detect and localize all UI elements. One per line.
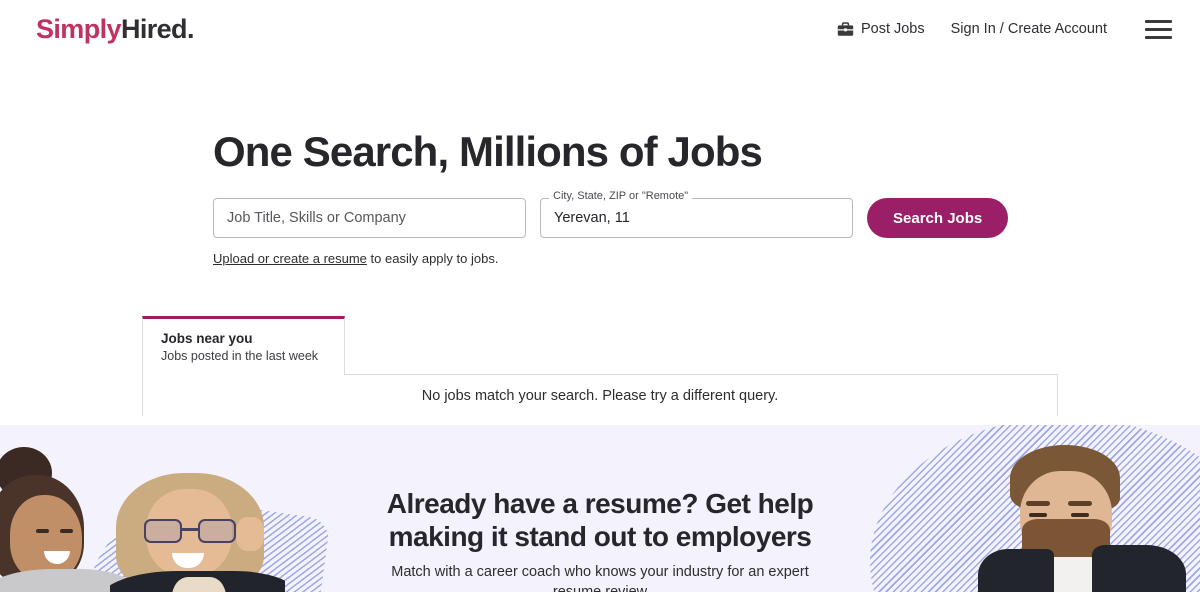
lens (198, 519, 236, 543)
eye (36, 529, 49, 533)
logo-text-secondary: Hired. (120, 13, 195, 44)
banner-photo-woman-glasses (110, 473, 285, 592)
banner-headline: Already have a resume? Get help making i… (386, 488, 814, 553)
banner-subheadline: Match with a career coach who knows your… (391, 564, 809, 592)
header-nav: Post Jobs Sign In / Create Account (837, 19, 1172, 39)
site-logo[interactable]: SimplyHired. (36, 14, 194, 45)
lens (144, 519, 182, 543)
jacket-left (978, 549, 1054, 592)
search-form: City, State, ZIP or "Remote" Search Jobs (213, 191, 1200, 239)
results-tabs: Jobs near you Jobs posted in the last we… (142, 316, 1200, 376)
hamburger-menu-icon[interactable] (1145, 19, 1172, 39)
shirt (172, 577, 226, 592)
results-panel: No jobs match your search. Please try a … (142, 374, 1058, 417)
post-jobs-link[interactable]: Post Jobs (837, 21, 925, 37)
resume-coach-banner: Already have a resume? Get help making i… (0, 425, 1200, 592)
eyebrow (1026, 501, 1050, 506)
location-field: City, State, ZIP or "Remote" (540, 191, 853, 239)
empty-results-message: No jobs match your search. Please try a … (421, 387, 779, 404)
resume-prompt-rest: to easily apply to jobs. (366, 251, 499, 267)
tab-jobs-near-you[interactable]: Jobs near you Jobs posted in the last we… (142, 316, 345, 376)
search-input-location[interactable] (540, 198, 853, 239)
jacket-right (1092, 545, 1186, 592)
bridge (182, 528, 198, 531)
hamburger-bar (1145, 35, 1172, 39)
page-title: One Search, Millions of Jobs (213, 128, 763, 175)
eyebrow (1068, 501, 1092, 506)
tab-subtitle: Jobs posted in the last week (161, 349, 319, 364)
results-block: Jobs near you Jobs posted in the last we… (0, 316, 1200, 417)
briefcase-icon (837, 21, 854, 37)
banner-photo-man-right (976, 445, 1186, 592)
job-query-field (213, 198, 526, 239)
logo-text-primary: Simply (36, 13, 122, 44)
resume-upload-prompt: Upload or create a resume to easily appl… (213, 251, 1200, 266)
account-label: Sign In / Create Account (950, 21, 1107, 37)
search-jobs-button[interactable]: Search Jobs (867, 198, 1009, 239)
eye (1029, 513, 1047, 517)
upload-resume-link[interactable]: Upload or create a resume (213, 251, 367, 266)
sign-in-create-account-link[interactable]: Sign In / Create Account (951, 21, 1107, 37)
eye (1071, 513, 1089, 517)
hero-inner: One Search, Millions of Jobs City, State… (0, 128, 1200, 266)
post-jobs-label: Post Jobs (860, 21, 925, 37)
hand (236, 517, 264, 551)
site-header: SimplyHired. Post Jobs Sign In / Create … (0, 0, 1200, 58)
glasses-icon (144, 519, 236, 543)
location-field-label: City, State, ZIP or "Remote" (549, 191, 693, 203)
hamburger-bar (1145, 27, 1172, 31)
hamburger-bar (1145, 19, 1172, 23)
tab-title: Jobs near you (161, 331, 253, 347)
eye (60, 529, 73, 533)
hero-section: One Search, Millions of Jobs City, State… (0, 58, 1200, 266)
search-input-keywords[interactable] (213, 198, 526, 239)
